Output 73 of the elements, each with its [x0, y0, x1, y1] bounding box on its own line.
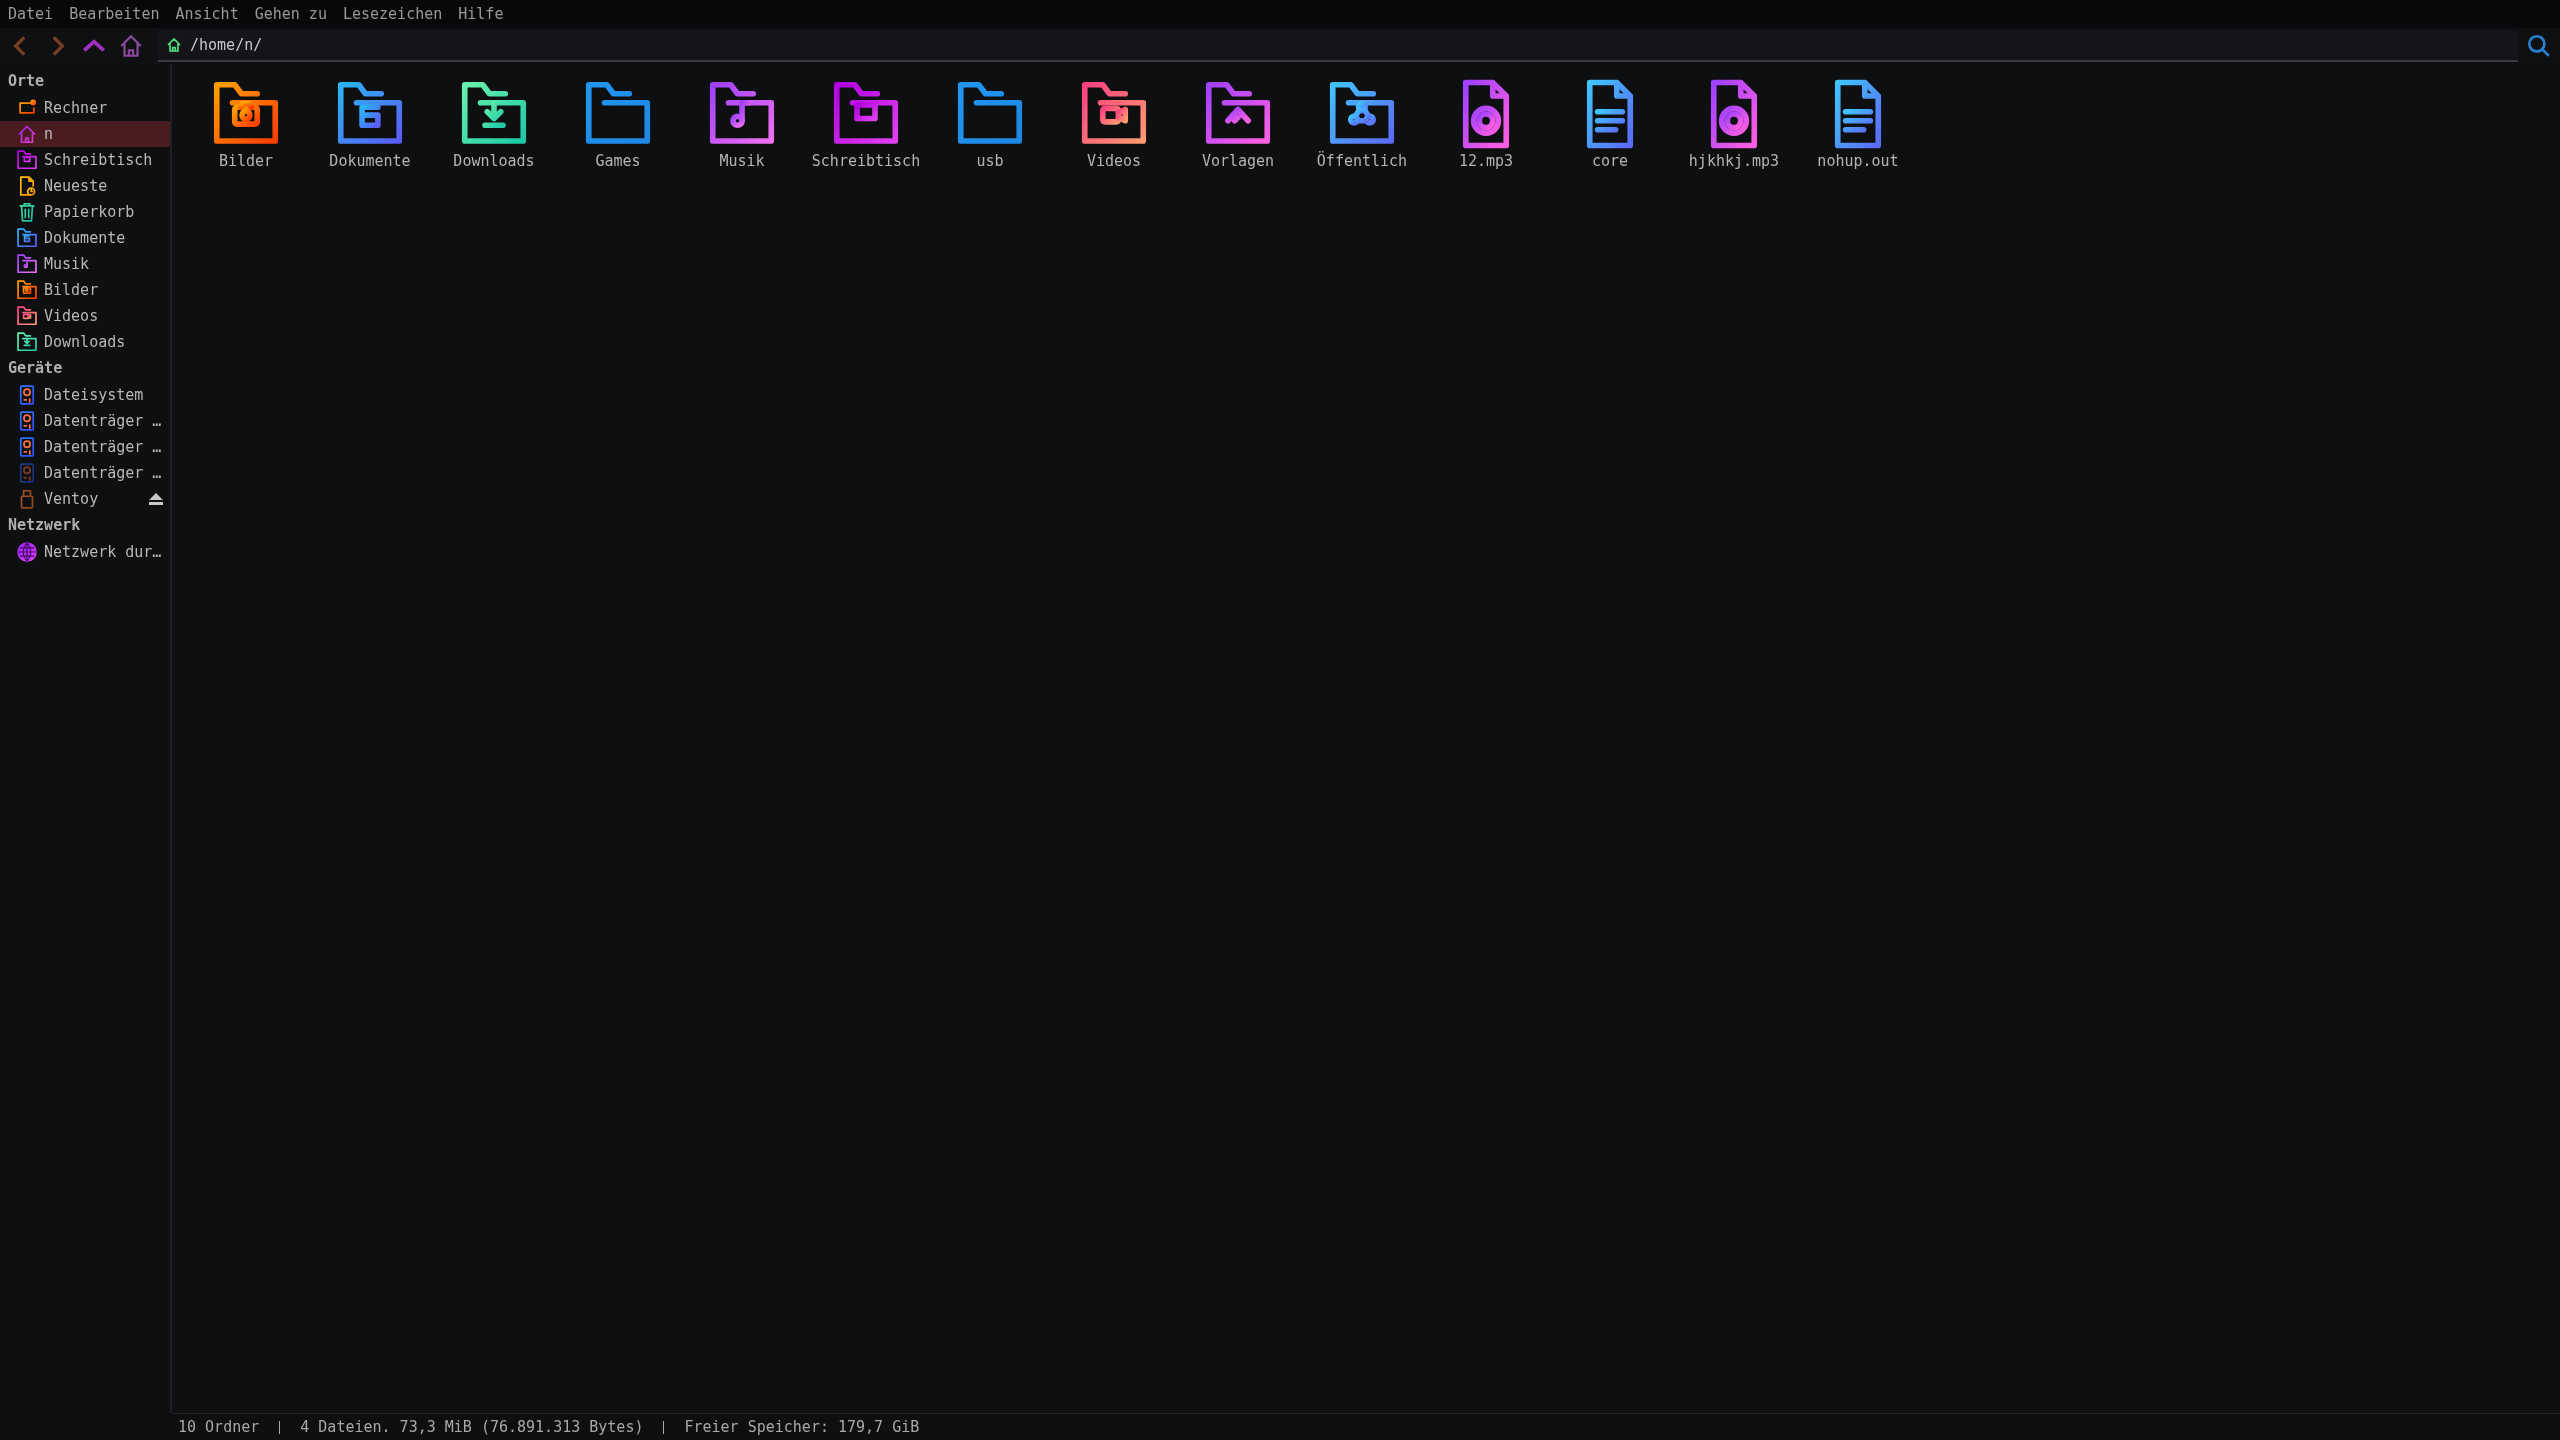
eject-button[interactable] — [148, 492, 164, 506]
sidebar-label: Datenträger … — [44, 412, 163, 430]
menu-item[interactable]: Datei — [8, 5, 54, 23]
file-name[interactable]: Schreibtisch — [811, 152, 921, 170]
sidebar-item[interactable]: Musik — [0, 251, 170, 277]
sidebar-label: Papierkorb — [44, 203, 136, 221]
place-icon — [16, 227, 38, 249]
sidebar-item[interactable]: Bilder — [0, 277, 170, 303]
file-name[interactable]: Games — [595, 152, 641, 170]
sidebar-item[interactable]: Schreibtisch — [0, 147, 170, 173]
sidebar-label: Dateisystem — [44, 386, 145, 404]
menu-item[interactable]: Hilfe — [458, 5, 504, 23]
menu-item[interactable]: Ansicht — [175, 5, 239, 23]
file-name[interactable]: Musik — [719, 152, 765, 170]
file-name[interactable]: Bilder — [218, 152, 274, 170]
place-icon — [16, 149, 38, 171]
sidebar-label: n — [44, 125, 55, 143]
sidebar-item[interactable]: Downloads — [0, 329, 170, 355]
file-name[interactable]: Vorlagen — [1201, 152, 1275, 170]
sidebar-label: Videos — [44, 307, 100, 325]
sidebar-label: Musik — [44, 255, 91, 273]
place-icon — [16, 331, 38, 353]
location-field[interactable]: /home/n/ — [158, 30, 2518, 62]
file-name[interactable]: 12.mp3 — [1458, 152, 1514, 170]
sidebar-item[interactable]: Neueste — [0, 173, 170, 199]
menu-item[interactable]: Lesezeichen — [342, 5, 443, 23]
place-icon — [16, 279, 38, 301]
sidebar-heading: Orte — [7, 71, 46, 92]
search-icon — [2526, 33, 2552, 59]
sidebar-label: Netzwerk dur… — [44, 543, 163, 561]
sidebar-item[interactable]: Datenträger … — [0, 408, 170, 434]
sidebar-item[interactable]: Dokumente — [0, 225, 170, 251]
sidebar-item[interactable]: Ventoy — [0, 486, 170, 512]
file-name[interactable]: Dokumente — [329, 152, 411, 170]
status-text: Freier Speicher: 179,7 GiB — [684, 1418, 920, 1436]
file-name[interactable]: hjkhkj.mp3 — [1688, 152, 1780, 170]
file-name[interactable]: usb — [976, 152, 1004, 170]
menu-item[interactable]: Gehen zu — [254, 5, 327, 23]
sidebar-item[interactable]: Netzwerk dur… — [0, 539, 170, 565]
home-icon — [118, 33, 144, 59]
sidebar-item[interactable]: n — [0, 121, 170, 147]
sidebar-item[interactable]: Datenträger … — [0, 460, 170, 486]
place-icon — [16, 201, 38, 223]
place-icon — [16, 253, 38, 275]
sidebar-label: Downloads — [44, 333, 127, 351]
sidebar-item[interactable]: Videos — [0, 303, 170, 329]
sidebar-label: Datenträger … — [44, 438, 163, 456]
sidebar-heading: Geräte — [7, 358, 64, 379]
sidebar-label: Ventoy — [44, 490, 100, 508]
file-name[interactable]: Öffentlich — [1316, 152, 1408, 170]
file-name[interactable]: Videos — [1086, 152, 1142, 170]
sidebar-heading: Netzwerk — [7, 515, 82, 536]
sidebar-label: Neueste — [44, 177, 109, 195]
sidebar-item[interactable]: Datenträger … — [0, 434, 170, 460]
file-name[interactable]: nohup.out — [1817, 152, 1899, 170]
place-icon — [16, 305, 38, 327]
file-name[interactable]: Downloads — [453, 152, 535, 170]
place-icon — [16, 123, 38, 145]
sidebar-label: Rechner — [44, 99, 109, 117]
menu-item[interactable]: Bearbeiten — [69, 5, 160, 23]
sidebar-label: Datenträger … — [44, 464, 163, 482]
sidebar-label: Schreibtisch — [44, 151, 154, 169]
sidebar-item[interactable]: Dateisystem — [0, 382, 170, 408]
sidebar-item[interactable]: Papierkorb — [0, 199, 170, 225]
status-text: 4 Dateien. 73,3 MiB (76.891.313 Bytes) — [300, 1418, 644, 1436]
home-icon — [166, 37, 182, 53]
sidebar-label: Bilder — [44, 281, 100, 299]
status-text: 10 Ordner — [178, 1418, 260, 1436]
sidebar-label: Dokumente — [44, 229, 127, 247]
eject-icon — [148, 492, 164, 506]
file-name[interactable]: core — [1591, 152, 1629, 170]
sidebar-item[interactable]: Rechner — [0, 95, 170, 121]
place-icon — [16, 541, 38, 563]
